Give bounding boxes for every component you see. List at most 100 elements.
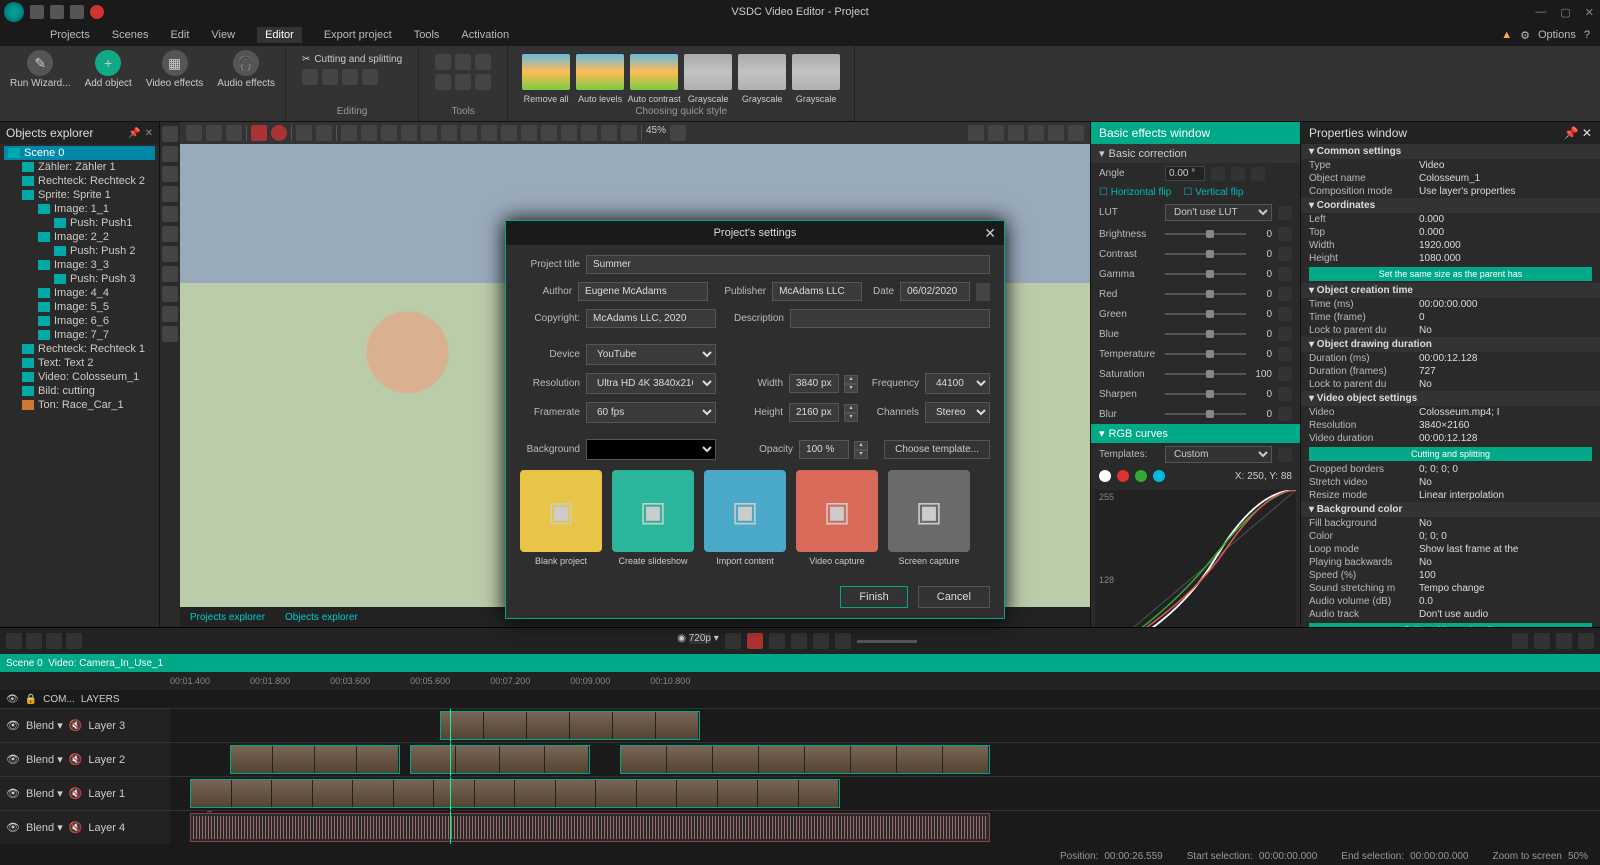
curves-template-select[interactable]: Custom: [1165, 446, 1272, 463]
props-action-button[interactable]: Set the same size as the parent has: [1309, 267, 1592, 281]
ellipse-tool-icon[interactable]: [162, 166, 178, 182]
tb-icon[interactable]: [421, 125, 437, 141]
calendar-icon[interactable]: [976, 283, 990, 301]
contrast-slider[interactable]: [1165, 253, 1246, 255]
framerate-select[interactable]: 60 fps: [586, 402, 716, 423]
property-row[interactable]: Playing backwardsNo: [1301, 556, 1600, 569]
tree-node[interactable]: Text: Text 2: [4, 356, 155, 370]
props-section-header[interactable]: ▾ Background color: [1301, 502, 1600, 517]
tb-icon[interactable]: [1048, 125, 1064, 141]
tb-icon[interactable]: [541, 125, 557, 141]
tool-icon[interactable]: [302, 69, 318, 85]
lut-select[interactable]: Don't use LUT: [1165, 204, 1272, 221]
track-mute-icon[interactable]: 🔇: [69, 821, 83, 834]
reset-icon[interactable]: [1278, 287, 1292, 301]
author-input[interactable]: [578, 282, 708, 301]
tool-icon[interactable]: [342, 69, 358, 85]
property-row[interactable]: Time (ms)00:00:00.000: [1301, 298, 1600, 311]
tree-node[interactable]: Bild: cutting: [4, 384, 155, 398]
timeline-track[interactable]: 👁Blend ▾🔇Layer 3: [0, 708, 1600, 742]
run-wizard-button[interactable]: ✎Run Wizard...: [10, 50, 71, 89]
property-row[interactable]: Video duration00:00:12.128: [1301, 432, 1600, 445]
audio-effects-button[interactable]: 🎧Audio effects: [217, 50, 275, 89]
property-row[interactable]: Resolution3840×2160: [1301, 419, 1600, 432]
play-icon[interactable]: [747, 633, 763, 649]
publisher-input[interactable]: [772, 282, 862, 301]
reset-icon[interactable]: [1278, 347, 1292, 361]
qat-icon[interactable]: [50, 5, 64, 19]
rgb-curves-section[interactable]: ▾ RGB curves: [1091, 424, 1300, 443]
property-row[interactable]: Time (frame)0: [1301, 311, 1600, 324]
background-select[interactable]: [586, 439, 716, 460]
sharpen-slider[interactable]: [1165, 393, 1246, 395]
tool-icon[interactable]: [435, 54, 451, 70]
property-row[interactable]: Fill backgroundNo: [1301, 517, 1600, 530]
blue-slider[interactable]: [1165, 333, 1246, 335]
property-row[interactable]: Speed (%)100: [1301, 569, 1600, 582]
menu-tools[interactable]: Tools: [414, 29, 440, 41]
tb-icon[interactable]: [381, 125, 397, 141]
playhead[interactable]: [450, 709, 451, 742]
hflip-checkbox[interactable]: ☐ Horizontal flip: [1099, 187, 1171, 198]
property-row[interactable]: Color0; 0; 0: [1301, 530, 1600, 543]
prev-frame-icon[interactable]: [725, 633, 741, 649]
property-row[interactable]: Height1080.000: [1301, 252, 1600, 265]
property-row[interactable]: Lock to parent duNo: [1301, 324, 1600, 337]
curve-channel-red[interactable]: [1117, 470, 1129, 482]
angle-input[interactable]: [1165, 166, 1205, 181]
project-template-card[interactable]: ▣Import content: [704, 470, 786, 566]
line-tool-icon[interactable]: [162, 186, 178, 202]
resolution-select[interactable]: Ultra HD 4K 3840x2160 pixels (16:9): [586, 373, 716, 394]
stop-icon[interactable]: [791, 633, 807, 649]
reset-icon[interactable]: [1278, 307, 1292, 321]
timeline-track[interactable]: 👁Blend ▾🔇Layer 1: [0, 776, 1600, 810]
remove-track-icon[interactable]: [26, 633, 42, 649]
track-blend-label[interactable]: Blend ▾: [26, 821, 63, 834]
curve-channel-blue[interactable]: [1153, 470, 1165, 482]
tb-icon[interactable]: [1008, 125, 1024, 141]
props-section-header[interactable]: ▾ Object drawing duration: [1301, 337, 1600, 352]
date-input[interactable]: [900, 282, 970, 301]
video-clip[interactable]: [190, 779, 840, 808]
reset-icon[interactable]: [1278, 407, 1292, 421]
timeline-track[interactable]: 👁Blend ▾🔇Layer 4ost_2: [0, 810, 1600, 844]
playhead[interactable]: [450, 743, 451, 776]
red-slider[interactable]: [1165, 293, 1246, 295]
description-input[interactable]: [790, 309, 990, 328]
project-template-card[interactable]: ▣Create slideshow: [612, 470, 694, 566]
playhead[interactable]: [450, 777, 451, 810]
green-slider[interactable]: [1165, 313, 1246, 315]
step-back-icon[interactable]: [1534, 633, 1550, 649]
loop-icon[interactable]: [813, 633, 829, 649]
zoom-value[interactable]: 45%: [646, 125, 666, 141]
finish-button[interactable]: Finish: [840, 586, 907, 608]
add-track-icon[interactable]: [6, 633, 22, 649]
dialog-close-icon[interactable]: ✕: [984, 225, 996, 242]
props-section-header[interactable]: ▾ Common settings: [1301, 144, 1600, 159]
reset-icon[interactable]: [1278, 387, 1292, 401]
reset-icon[interactable]: [1251, 167, 1265, 181]
step-fwd-icon[interactable]: [1556, 633, 1572, 649]
width-input[interactable]: [789, 374, 839, 393]
qat-icon[interactable]: [30, 5, 44, 19]
video-clip[interactable]: [230, 745, 400, 774]
opacity-input[interactable]: [799, 440, 849, 459]
reset-icon[interactable]: [1278, 227, 1292, 241]
style-auto-contrast[interactable]: Auto contrast: [630, 54, 678, 90]
track-visibility-icon[interactable]: 👁: [6, 821, 20, 834]
tb-icon[interactable]: [1028, 125, 1044, 141]
tree-node[interactable]: Rechteck: Rechteck 1: [4, 342, 155, 356]
tb-icon[interactable]: [601, 125, 617, 141]
options-label[interactable]: Options: [1538, 29, 1576, 41]
video-clip[interactable]: [620, 745, 990, 774]
track-blend-label[interactable]: Blend ▾: [26, 719, 63, 732]
spinner-up[interactable]: ▴: [844, 404, 858, 413]
blur-slider[interactable]: [1165, 413, 1246, 415]
menu-activation[interactable]: Activation: [461, 29, 509, 41]
property-row[interactable]: Resize modeLinear interpolation: [1301, 489, 1600, 502]
spinner-up[interactable]: ▴: [854, 441, 868, 450]
timeline-track[interactable]: 👁Blend ▾🔇Layer 2: [0, 742, 1600, 776]
curve-channel-green[interactable]: [1135, 470, 1147, 482]
tool-icon[interactable]: [455, 54, 471, 70]
tb-icon[interactable]: [621, 125, 637, 141]
